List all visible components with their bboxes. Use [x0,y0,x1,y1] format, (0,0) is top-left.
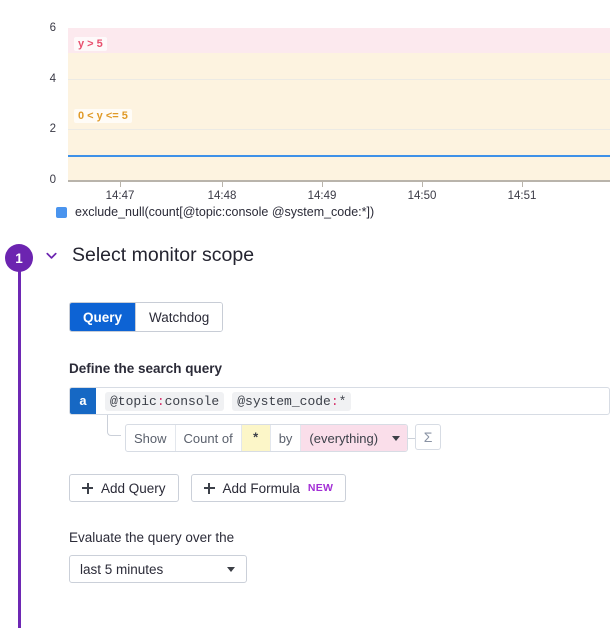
tab-watchdog[interactable]: Watchdog [136,303,223,331]
chart-gridline [68,129,610,131]
x-axis-tick: 14:50 [407,190,437,202]
search-query-heading: Define the search query [69,361,223,376]
scope-type-tabs[interactable]: Query Watchdog [69,302,224,332]
x-axis-tick-mark [222,182,223,187]
y-axis-tick: 0 [49,174,56,186]
x-axis-tick-mark [120,182,121,187]
add-query-button[interactable]: Add Query [69,474,179,502]
monitor-scope-panel: Query Watchdog Define the search query a… [69,302,610,583]
threshold-band-warning [68,53,610,180]
chart-y-axis: 6 4 2 0 [0,22,64,186]
y-axis-tick: 6 [49,22,56,34]
aggregation-group[interactable]: Show Count of * by (everything) [125,424,409,452]
y-axis-tick: 2 [49,123,56,136]
query-row[interactable]: a @topic:console @system_code:* [69,387,610,415]
by-label: by [271,425,302,451]
x-axis-tick-mark [322,182,323,187]
chart-x-axis: 14:47 14:48 14:49 14:50 14:51 [68,182,610,206]
threshold-band-alert-label: y > 5 [74,37,107,51]
evaluation-window-select[interactable]: last 5 minutes [69,555,247,583]
add-buttons-row: Add Query Add Formula NEW [69,474,610,502]
query-aggregation-wrap: Show Count of * by (everything) Σ [69,415,610,452]
x-axis-tick-mark [522,182,523,187]
x-axis-tick: 14:51 [507,190,537,202]
page-title: Select monitor scope [72,244,255,266]
chart-gridline [68,78,610,80]
add-query-label: Add Query [101,480,166,496]
chevron-down-icon [392,435,401,441]
chart-plot-area: y > 5 0 < y <= 5 [68,28,610,180]
x-axis-tick: 14:47 [105,190,135,202]
legend-series-label: exclude_null(count[@topic:console @syste… [75,205,375,219]
query-tag-system-code[interactable]: @system_code:* [232,391,352,411]
chevron-down-icon[interactable] [42,247,60,265]
legend-color-swatch [56,206,67,218]
tag-separator: : [330,393,339,409]
add-formula-button[interactable]: Add Formula NEW [190,474,347,502]
x-axis-tick: 14:49 [307,190,337,202]
threshold-band-alert [68,28,610,55]
tag-key: @system_code [237,393,331,409]
tag-separator: : [156,393,165,409]
tag-key: @topic [110,393,157,409]
evaluate-query-label: Evaluate the query over the [69,530,235,545]
chart-series-line [68,154,610,158]
tag-value: * [338,393,347,409]
sigma-function-button[interactable]: Σ [415,424,442,450]
query-tag-topic[interactable]: @topic:console [105,391,225,411]
query-connector-line [107,415,121,436]
show-label: Show [126,425,176,451]
tag-value: console [164,393,220,409]
x-axis-tick: 14:48 [207,190,237,202]
step-number-badge: 1 [5,244,33,272]
sigma-connector-line [408,437,416,439]
query-letter-badge: a [70,388,96,414]
plus-icon [82,482,93,494]
step-progress-rail [18,270,21,628]
threshold-band-warning-label: 0 < y <= 5 [74,109,132,123]
monitor-preview-chart: 6 4 2 0 y > 5 0 < y <= 5 14:47 14:48 14:… [0,0,610,228]
add-formula-label: Add Formula [222,480,300,496]
aggregator-select[interactable]: Count of [176,425,242,451]
chart-legend[interactable]: exclude_null(count[@topic:console @syste… [56,205,374,219]
chevron-down-icon [227,566,235,572]
measure-select[interactable]: * [241,425,271,451]
query-search-input[interactable]: @topic:console @system_code:* [96,388,609,414]
tab-query[interactable]: Query [70,303,137,331]
x-axis-tick-mark [422,182,423,187]
step-header[interactable]: Select monitor scope [42,244,254,267]
group-by-select[interactable]: (everything) [301,425,408,451]
plus-icon [203,482,215,494]
new-badge: NEW [307,482,334,494]
evaluation-window-value: last 5 minutes [80,561,164,577]
y-axis-tick: 4 [49,72,56,85]
aggregation-row: Show Count of * by (everything) Σ [125,424,442,452]
group-by-value: (everything) [309,430,379,446]
